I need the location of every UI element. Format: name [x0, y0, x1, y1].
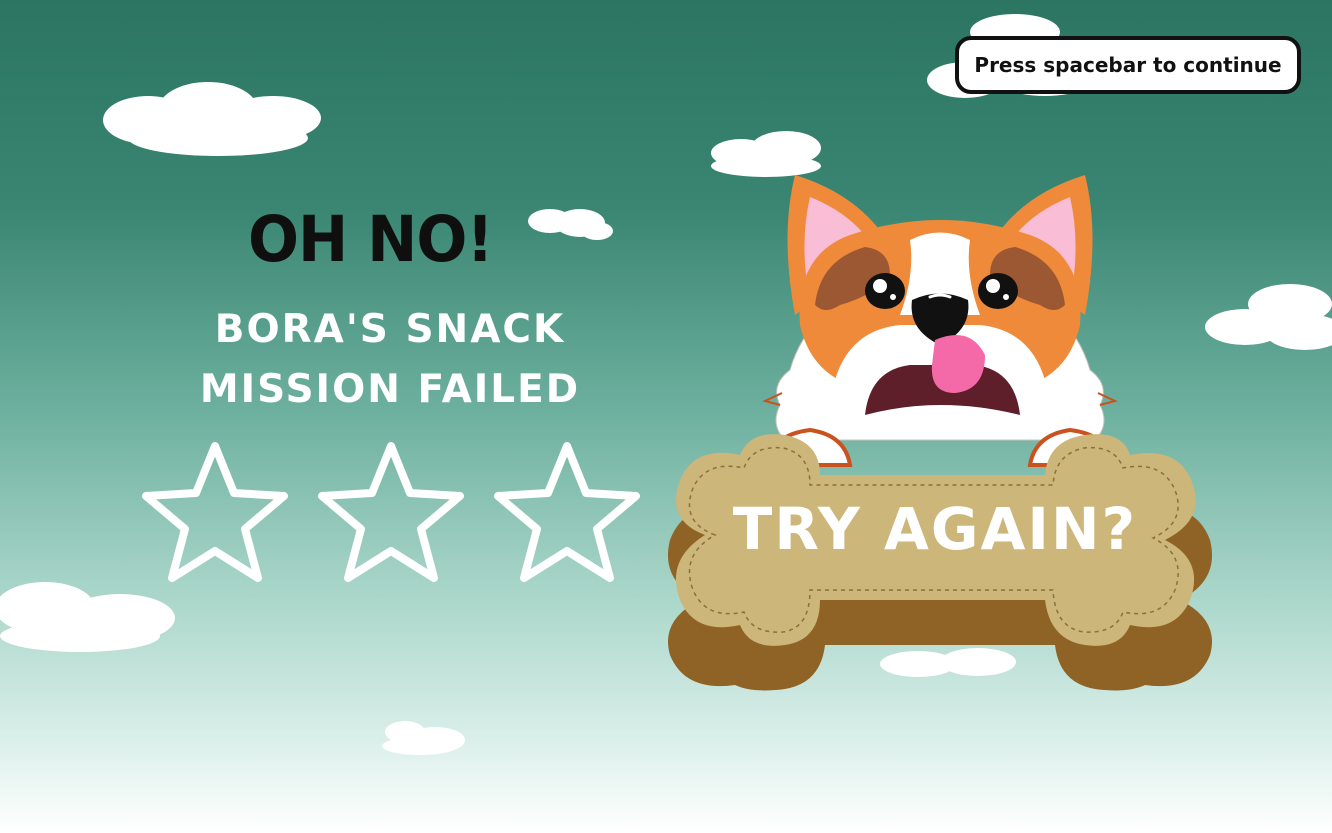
star-empty-2 — [318, 442, 464, 582]
result-subtitle: BORA'S SNACK MISSION FAILED — [199, 307, 581, 412]
cloud — [525, 203, 615, 243]
game-over-screen: OH NO! BORA'S SNACK MISSION FAILED Press… — [0, 0, 1332, 833]
cloud — [0, 578, 180, 656]
try-again-button[interactable]: TRY AGAIN? — [660, 430, 1220, 695]
cloud — [1205, 282, 1332, 352]
cloud — [98, 80, 326, 160]
bone-icon — [668, 434, 1212, 691]
result-title: OH NO! — [248, 203, 494, 277]
star-empty-1 — [142, 442, 288, 582]
star-empty-3 — [494, 442, 640, 582]
continue-prompt-button[interactable]: Press spacebar to continue — [955, 36, 1301, 94]
cloud — [380, 718, 470, 756]
